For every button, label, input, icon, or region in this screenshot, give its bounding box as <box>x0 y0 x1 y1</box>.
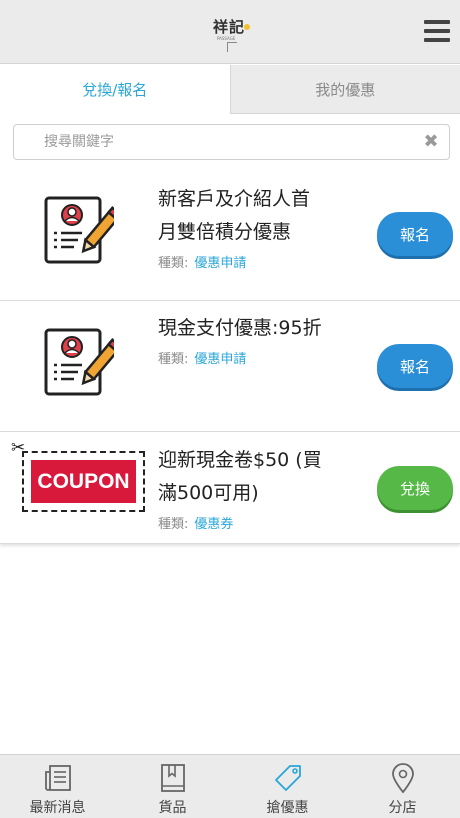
tab-redeem-signup[interactable]: 兌換/報名 <box>0 65 230 114</box>
application-form-icon <box>44 196 114 264</box>
offer-title-line1: 新客戶及介紹人首 <box>158 188 311 210</box>
signup-button[interactable]: 報名 <box>377 212 453 256</box>
offer-category-link[interactable]: 優惠申請 <box>194 256 246 271</box>
search-bar: ✖ <box>13 124 450 160</box>
meta-label: 種類: <box>158 352 189 367</box>
offer-category-link[interactable]: 優惠申請 <box>194 352 246 367</box>
search-input[interactable] <box>44 125 424 159</box>
meta-label: 種類: <box>158 517 189 532</box>
tab-my-offers[interactable]: 我的優惠 <box>229 65 460 114</box>
list-item[interactable]: ✂ COUPON 迎新現金卷$50 (買 滿500可用) 種類: 優惠券 兌換 <box>0 432 460 544</box>
map-pin-icon <box>391 763 414 794</box>
nav-products[interactable]: 貨品 <box>115 755 230 818</box>
meta-label: 種類: <box>158 256 189 271</box>
offer-title-line1: 迎新現金卷$50 (買 <box>158 449 322 471</box>
nav-offers[interactable]: 搶優惠 <box>230 755 345 818</box>
clear-icon[interactable]: ✖ <box>421 131 441 153</box>
application-form-icon <box>44 328 114 396</box>
redeem-button[interactable]: 兌換 <box>377 466 453 510</box>
signup-button[interactable]: 報名 <box>377 344 453 388</box>
logo-text: 祥記 <box>212 18 245 36</box>
app-header: 祥記 PASSAGE <box>0 0 460 64</box>
nav-news-label: 最新消息 <box>29 800 86 816</box>
offer-title-line1: 現金支付優惠:95折 <box>158 317 322 339</box>
nav-news[interactable]: 最新消息 <box>0 755 115 818</box>
nav-branches-label: 分店 <box>388 800 417 816</box>
coupon-icon: COUPON <box>22 451 145 512</box>
coupon-label: COUPON <box>31 460 136 503</box>
list-item[interactable]: 現金支付優惠:95折 種類: 優惠申請 報名 <box>0 301 460 432</box>
nav-offers-label: 搶優惠 <box>266 800 309 816</box>
offer-category-link[interactable]: 優惠券 <box>194 517 233 532</box>
logo-dot <box>244 24 250 30</box>
offer-title-line2: 月雙倍積分優惠 <box>158 221 292 243</box>
hamburger-menu-icon[interactable] <box>424 20 450 42</box>
offer-meta: 種類: 優惠券 <box>158 513 233 532</box>
offer-meta: 種類: 優惠申請 <box>158 348 246 367</box>
tag-icon <box>274 765 301 791</box>
tab-bar: 兌換/報名 我的優惠 <box>0 65 460 114</box>
newspaper-icon <box>44 765 71 791</box>
offer-meta: 種類: 優惠申請 <box>158 252 246 271</box>
bottom-nav: 最新消息 貨品 搶優惠 分店 <box>0 754 460 818</box>
offer-title-line2: 滿500可用) <box>158 482 259 504</box>
book-icon <box>160 764 185 792</box>
list-item[interactable]: 新客戶及介紹人首 月雙倍積分優惠 種類: 優惠申請 報名 <box>0 170 460 301</box>
brand-logo[interactable]: 祥記 PASSAGE <box>203 16 255 52</box>
logo-mark <box>227 42 237 52</box>
nav-branches[interactable]: 分店 <box>345 755 460 818</box>
logo-subtitle: PASSAGE <box>217 36 236 41</box>
nav-products-label: 貨品 <box>158 800 187 816</box>
